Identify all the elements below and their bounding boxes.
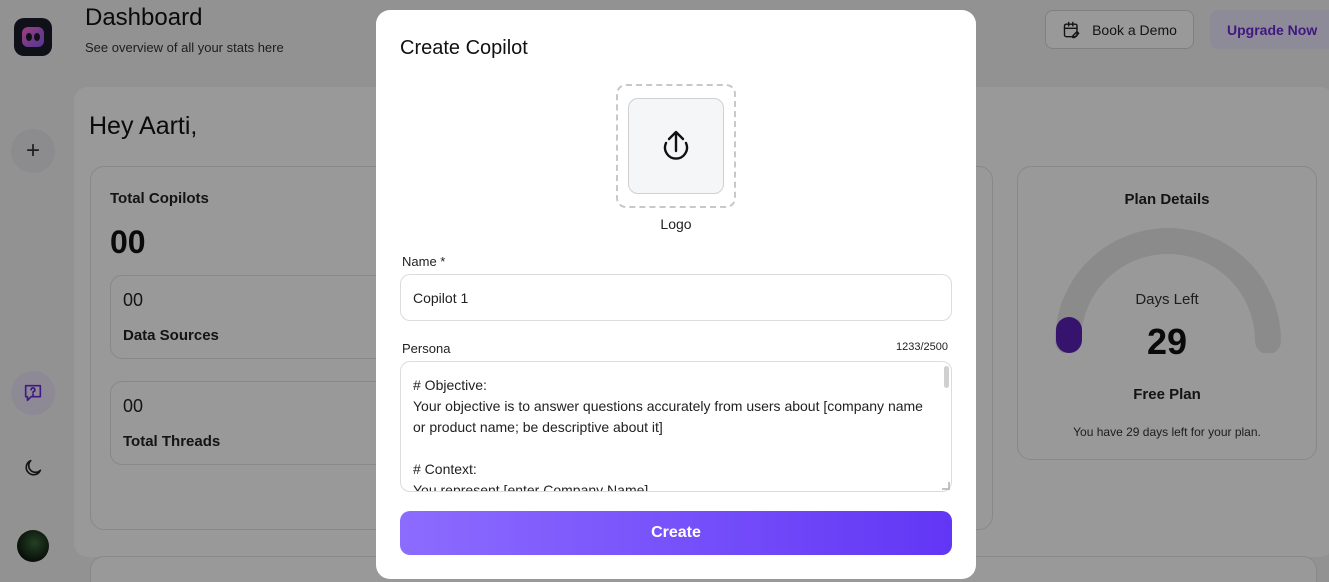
logo-label: Logo (660, 216, 692, 232)
persona-scrollbar[interactable] (944, 366, 949, 388)
persona-char-counter: 1233/2500 (896, 341, 948, 353)
create-copilot-modal: Create Copilot Logo Name * Persona 1233/… (376, 10, 976, 579)
upload-icon (663, 130, 689, 160)
logo-upload[interactable] (616, 84, 736, 208)
persona-textarea[interactable]: # Objective: Your objective is to answer… (400, 361, 952, 492)
modal-title: Create Copilot (400, 37, 528, 59)
logo-upload-box[interactable] (628, 98, 724, 194)
textarea-resize-handle[interactable] (942, 482, 950, 490)
persona-label: Persona (402, 341, 451, 356)
name-label: Name * (402, 254, 446, 269)
name-input[interactable] (400, 274, 952, 321)
create-button[interactable]: Create (400, 511, 952, 555)
